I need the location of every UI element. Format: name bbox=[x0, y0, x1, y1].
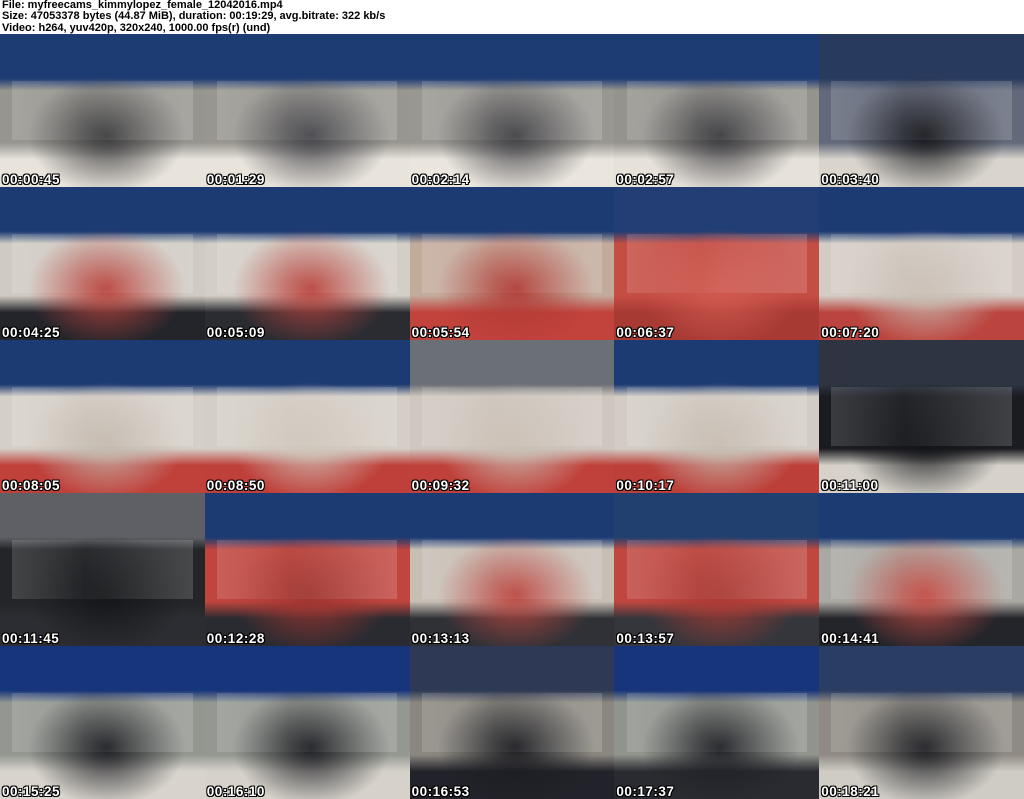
video-frame-thumbnail: 00:05:54 bbox=[409, 187, 615, 340]
video-frame-thumbnail: 00:06:37 bbox=[614, 187, 820, 340]
video-frame-thumbnail: 00:17:37 bbox=[614, 646, 820, 799]
video-frame-thumbnail: 00:11:45 bbox=[0, 493, 205, 646]
timestamp-overlay: 00:17:37 bbox=[616, 784, 675, 799]
video-frame-thumbnail: 00:12:28 bbox=[204, 493, 410, 646]
timestamp-overlay: 00:11:00 bbox=[821, 478, 879, 493]
timestamp-overlay: 00:06:37 bbox=[616, 325, 675, 340]
video-frame-thumbnail: 00:02:14 bbox=[409, 34, 615, 187]
timestamp-overlay: 00:02:14 bbox=[411, 172, 470, 187]
timestamp-overlay: 00:03:40 bbox=[821, 172, 880, 187]
poster-band bbox=[12, 81, 193, 140]
thumbnail-grid: 00:00:45 00:01:29 00:02:14 00:02:57 00:0… bbox=[0, 34, 1024, 799]
timestamp-overlay: 00:08:05 bbox=[2, 478, 61, 493]
poster-band bbox=[421, 234, 603, 293]
video-frame-thumbnail: 00:13:13 bbox=[409, 493, 615, 646]
timestamp-overlay: 00:00:45 bbox=[2, 172, 61, 187]
timestamp-overlay: 00:05:09 bbox=[206, 325, 265, 340]
video-frame-thumbnail: 00:16:53 bbox=[409, 646, 615, 799]
poster-band bbox=[626, 387, 807, 446]
poster-band bbox=[217, 387, 398, 446]
poster-band bbox=[421, 540, 603, 599]
timestamp-overlay: 00:11:45 bbox=[2, 631, 60, 646]
poster-band bbox=[421, 387, 603, 446]
media-info-header: File: myfreecams_kimmylopez_female_12042… bbox=[0, 0, 1024, 34]
poster-band bbox=[217, 81, 398, 140]
poster-band bbox=[626, 81, 807, 140]
video-frame-thumbnail: 00:15:25 bbox=[0, 646, 205, 799]
file-size-duration-line: Size: 47053378 bytes (44.87 MiB), durati… bbox=[2, 10, 386, 23]
timestamp-overlay: 00:15:25 bbox=[2, 784, 61, 799]
poster-band bbox=[217, 693, 398, 752]
video-frame-thumbnail: 00:11:00 bbox=[819, 340, 1024, 493]
poster-band bbox=[12, 693, 193, 752]
poster-band bbox=[626, 540, 807, 599]
poster-band bbox=[421, 693, 603, 752]
video-frame-thumbnail: 00:09:32 bbox=[409, 340, 615, 493]
timestamp-overlay: 00:08:50 bbox=[206, 478, 265, 493]
poster-band bbox=[831, 387, 1012, 446]
timestamp-overlay: 00:16:53 bbox=[411, 784, 470, 799]
poster-band bbox=[626, 693, 807, 752]
poster-band bbox=[217, 540, 398, 599]
video-frame-thumbnail: 00:16:10 bbox=[204, 646, 410, 799]
timestamp-overlay: 00:02:57 bbox=[616, 172, 675, 187]
video-frame-thumbnail: 00:10:17 bbox=[614, 340, 820, 493]
timestamp-overlay: 00:12:28 bbox=[206, 631, 265, 646]
timestamp-overlay: 00:13:57 bbox=[616, 631, 675, 646]
video-frame-thumbnail: 00:18:21 bbox=[819, 646, 1024, 799]
poster-band bbox=[831, 540, 1012, 599]
timestamp-overlay: 00:14:41 bbox=[821, 631, 880, 646]
video-frame-thumbnail: 00:13:57 bbox=[614, 493, 820, 646]
video-codec-line: Video: h264, yuv420p, 320x240, 1000.00 f… bbox=[2, 21, 271, 34]
timestamp-overlay: 00:07:20 bbox=[821, 325, 880, 340]
video-frame-thumbnail: 00:08:50 bbox=[204, 340, 410, 493]
timestamp-overlay: 00:13:13 bbox=[411, 631, 470, 646]
timestamp-overlay: 00:10:17 bbox=[616, 478, 675, 493]
video-frame-thumbnail: 00:00:45 bbox=[0, 34, 205, 187]
video-frame-thumbnail: 00:08:05 bbox=[0, 340, 205, 493]
poster-band bbox=[217, 234, 398, 293]
poster-band bbox=[831, 81, 1012, 140]
video-frame-thumbnail: 00:05:09 bbox=[204, 187, 410, 340]
poster-band bbox=[12, 387, 193, 446]
video-frame-thumbnail: 00:01:29 bbox=[204, 34, 410, 187]
timestamp-overlay: 00:04:25 bbox=[2, 325, 61, 340]
timestamp-overlay: 00:16:10 bbox=[206, 784, 265, 799]
video-frame-thumbnail: 00:07:20 bbox=[819, 187, 1024, 340]
poster-band bbox=[831, 234, 1012, 293]
poster-band bbox=[12, 540, 193, 599]
timestamp-overlay: 00:09:32 bbox=[411, 478, 470, 493]
poster-band bbox=[421, 81, 603, 140]
video-frame-thumbnail: 00:04:25 bbox=[0, 187, 205, 340]
poster-band bbox=[12, 234, 193, 293]
poster-band bbox=[831, 693, 1012, 752]
timestamp-overlay: 00:18:21 bbox=[821, 784, 880, 799]
timestamp-overlay: 00:05:54 bbox=[411, 325, 470, 340]
thumbnail-contact-sheet: File: myfreecams_kimmylopez_female_12042… bbox=[0, 0, 1024, 799]
timestamp-overlay: 00:01:29 bbox=[206, 172, 265, 187]
video-frame-thumbnail: 00:03:40 bbox=[819, 34, 1024, 187]
video-frame-thumbnail: 00:02:57 bbox=[614, 34, 820, 187]
poster-band bbox=[626, 234, 807, 293]
video-frame-thumbnail: 00:14:41 bbox=[819, 493, 1024, 646]
